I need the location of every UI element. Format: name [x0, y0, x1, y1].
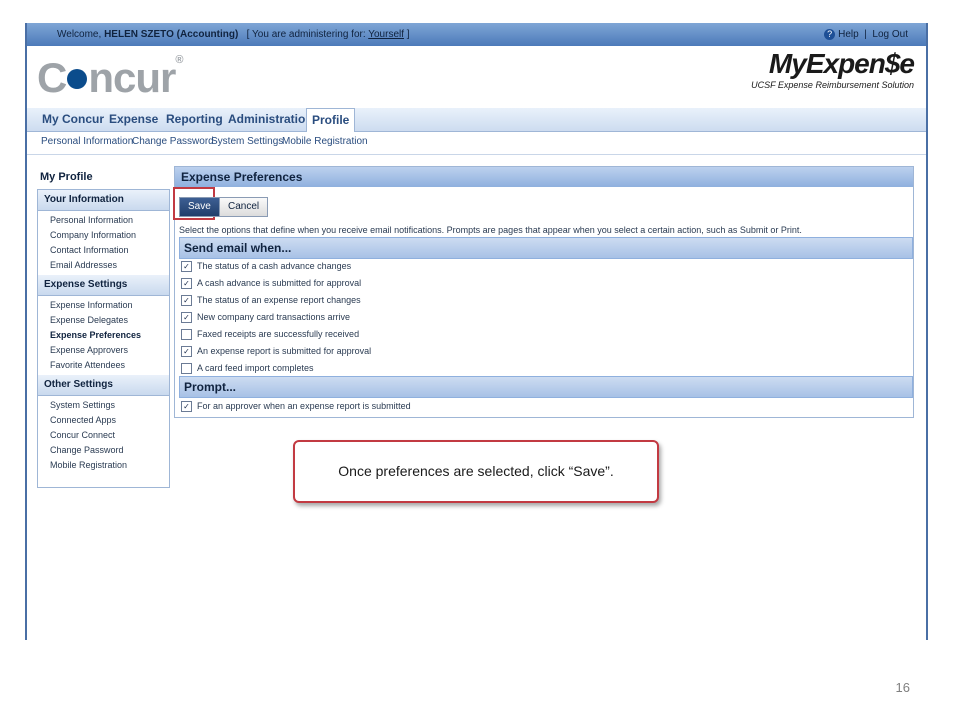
save-button[interactable]: Save — [179, 197, 220, 217]
expense-preferences-panel: Expense Preferences Save Cancel Select t… — [173, 166, 914, 418]
prompt-option[interactable]: ✓ For an approver when an expense report … — [181, 399, 411, 413]
prompt-section-heading: Prompt... — [179, 376, 913, 398]
sidebar-item-company-information[interactable]: Company Information — [38, 228, 169, 243]
email-option[interactable]: Faxed receipts are successfully received — [181, 327, 359, 341]
sidebar-heading-expense-settings[interactable]: Expense Settings — [38, 275, 169, 296]
myexpense-brand: MyExpen$e UCSF Expense Reimbursement Sol… — [751, 48, 915, 90]
admin-target-link[interactable]: Yourself — [368, 29, 404, 40]
sidebar-menu: Your Information Personal Information Co… — [37, 189, 170, 488]
checkbox-empty-icon[interactable] — [181, 363, 192, 375]
prompt-option-label: For an approver when an expense report i… — [197, 401, 411, 411]
checkbox-checked-icon[interactable]: ✓ — [181, 278, 192, 290]
sidebar-title: My Profile — [40, 171, 93, 183]
instructions-text: Select the options that define when you … — [179, 225, 802, 235]
tab-expense[interactable]: Expense — [104, 108, 163, 131]
checkbox-empty-icon[interactable] — [181, 329, 192, 341]
tab-reporting[interactable]: Reporting — [161, 108, 228, 131]
admin-suffix: ] — [404, 29, 410, 40]
subnav-system-settings[interactable]: System Settings — [211, 136, 283, 147]
logo-text: ncur — [88, 54, 176, 101]
admin-prefix: [ You are administering for: — [246, 29, 369, 40]
main-nav: My Concur Expense Reporting Administrati… — [27, 108, 926, 132]
logout-link[interactable]: Log Out — [872, 29, 908, 40]
help-icon[interactable]: ? — [824, 28, 836, 40]
checkbox-checked-icon[interactable]: ✓ — [181, 312, 192, 324]
sidebar-item-expense-preferences[interactable]: Expense Preferences — [38, 328, 169, 343]
email-option-label: New company card transactions arrive — [197, 312, 351, 322]
concur-logo: Cncur® — [37, 54, 183, 102]
sidebar-item-expense-approvers[interactable]: Expense Approvers — [38, 343, 169, 358]
email-option[interactable]: ✓ New company card transactions arrive — [181, 310, 350, 324]
sidebar-item-system-settings[interactable]: System Settings — [38, 398, 169, 413]
checkbox-checked-icon[interactable]: ✓ — [181, 295, 192, 307]
app-window: Welcome, HELEN SZETO (Accounting) [ You … — [25, 23, 928, 640]
profile-sidebar: My Profile Your Information Personal Inf… — [37, 166, 170, 488]
welcome-prefix: Welcome, — [57, 29, 105, 40]
checkbox-checked-icon[interactable]: ✓ — [181, 261, 192, 273]
email-option-label: The status of an expense report changes — [197, 295, 361, 305]
email-option[interactable]: ✓ The status of a cash advance changes — [181, 259, 351, 273]
sidebar-heading-your-information[interactable]: Your Information — [38, 190, 169, 211]
sidebar-item-expense-information[interactable]: Expense Information — [38, 298, 169, 313]
email-option-label: A cash advance is submitted for approval — [197, 278, 362, 288]
tab-my-concur[interactable]: My Concur — [37, 108, 109, 131]
email-option[interactable]: A card feed import completes — [181, 361, 314, 375]
email-section-heading: Send email when... — [179, 237, 913, 259]
sidebar-item-expense-delegates[interactable]: Expense Delegates — [38, 313, 169, 328]
sidebar-item-concur-connect[interactable]: Concur Connect — [38, 428, 169, 443]
top-right-links: ? Help | Log Out — [824, 23, 908, 46]
panel-title: Expense Preferences — [175, 167, 913, 187]
email-option-label: The status of a cash advance changes — [197, 261, 352, 271]
email-option[interactable]: ✓ An expense report is submitted for appr… — [181, 344, 371, 358]
sidebar-item-contact-information[interactable]: Contact Information — [38, 243, 169, 258]
cancel-button[interactable]: Cancel — [219, 197, 269, 217]
email-option[interactable]: ✓ A cash advance is submitted for approva… — [181, 276, 361, 290]
logo-trademark: ® — [175, 54, 183, 66]
sidebar-item-personal-information[interactable]: Personal Information — [38, 213, 169, 228]
logo-dot-icon — [67, 68, 88, 89]
brand-title: MyExpen$e — [768, 48, 915, 79]
callout-text: Once preferences are selected, click “Sa… — [338, 463, 614, 479]
checkbox-checked-icon[interactable]: ✓ — [181, 401, 192, 413]
brand-subtitle: UCSF Expense Reimbursement Solution — [751, 80, 914, 90]
logo-letter: C — [37, 54, 67, 101]
sidebar-item-favorite-attendees[interactable]: Favorite Attendees — [38, 358, 169, 373]
email-option-label: Faxed receipts are successfully received — [197, 329, 360, 339]
subnav-mobile-registration[interactable]: Mobile Registration — [282, 136, 368, 147]
sidebar-item-change-password[interactable]: Change Password — [38, 443, 169, 458]
email-option-label: A card feed import completes — [197, 363, 314, 373]
sidebar-item-connected-apps[interactable]: Connected Apps — [38, 413, 169, 428]
email-option[interactable]: ✓ The status of an expense report changes — [181, 293, 361, 307]
tab-administration[interactable]: Administration — [223, 108, 318, 131]
subnav-change-password[interactable]: Change Password — [132, 136, 214, 147]
user-name: HELEN SZETO (Accounting) — [104, 29, 239, 40]
help-link[interactable]: Help — [838, 29, 859, 40]
sidebar-item-mobile-registration[interactable]: Mobile Registration — [38, 458, 169, 473]
top-separator: | — [864, 29, 867, 40]
instruction-callout: Once preferences are selected, click “Sa… — [293, 440, 659, 503]
email-option-label: An expense report is submitted for appro… — [197, 346, 372, 356]
sidebar-heading-other-settings[interactable]: Other Settings — [38, 375, 169, 396]
subnav-personal-information[interactable]: Personal Information — [41, 136, 133, 147]
welcome-text: Welcome, HELEN SZETO (Accounting) [ You … — [57, 23, 410, 46]
tab-profile[interactable]: Profile — [306, 108, 356, 132]
checkbox-checked-icon[interactable]: ✓ — [181, 346, 192, 358]
sub-nav: Personal Information Change Password Sys… — [27, 132, 926, 155]
page-number: 16 — [895, 680, 910, 695]
sidebar-item-email-addresses[interactable]: Email Addresses — [38, 258, 169, 273]
top-bar: Welcome, HELEN SZETO (Accounting) [ You … — [27, 23, 926, 46]
